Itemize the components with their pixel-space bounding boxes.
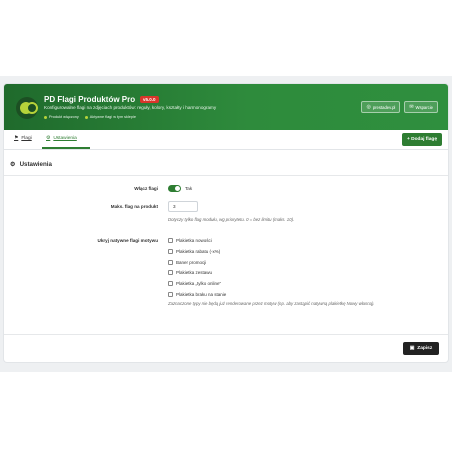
checkbox-discount-badge[interactable]: Plakietka rabatu (-x%): [168, 249, 220, 254]
active-tab-indicator: [42, 147, 90, 149]
status-dot-icon: [84, 115, 88, 119]
max-flags-label: Maks. flag na produkt: [110, 204, 158, 209]
mail-icon: ✉: [409, 104, 414, 110]
enable-flags-label: Włącz flagi: [134, 186, 158, 191]
hide-native-label: Ukryj natywne flagi motywu: [97, 238, 159, 243]
save-button[interactable]: ▣ Zapisz: [403, 342, 439, 355]
module-title: PD Flagi Produktów Pro: [44, 95, 136, 104]
tab-flags[interactable]: ⚑ Flagi: [14, 136, 32, 141]
tab-settings[interactable]: ⚙ Ustawienia: [46, 136, 77, 141]
version-badge: v5.0.0: [140, 96, 159, 103]
section-divider: [4, 175, 448, 176]
enable-flags-toggle[interactable]: [168, 185, 181, 192]
globe-icon: ◎: [366, 104, 371, 110]
status-tag-flags: Aktywne flagi w tym sklepie: [84, 115, 136, 119]
module-header: PD Flagi Produktów Pro v5.0.0 Konfigurow…: [4, 84, 448, 130]
status-dot-icon: [44, 115, 47, 119]
settings-heading: ⚙ Ustawienia: [10, 161, 52, 168]
enable-flags-value: Tak: [185, 186, 193, 191]
status-tag-product: Produkt włączony: [44, 115, 79, 119]
save-icon: ▣: [409, 346, 415, 351]
max-flags-input[interactable]: 3: [168, 201, 198, 212]
checkbox-pack-badge[interactable]: Plakietka zestawu: [168, 270, 212, 275]
gears-icon: ⚙: [46, 136, 51, 141]
module-logo: [16, 97, 38, 119]
checkbox-out-of-stock-badge[interactable]: Plakietka braku na stanie: [168, 292, 226, 297]
checkbox-promo-banner[interactable]: Baner promocji: [168, 260, 206, 265]
checkbox-new-badge[interactable]: Plakietka nowości: [168, 238, 212, 243]
module-subtitle: Konfigurowalne flagi na zdjęciach produk…: [44, 105, 217, 110]
max-flags-help: Dotyczy tylko flag modułu, wg priorytetu…: [168, 217, 295, 222]
tab-bar: ⚑ Flagi ⚙ Ustawienia + Dodaj flagę: [4, 130, 448, 150]
hide-native-help: Zaznaczone typy nie będą już renderowane…: [168, 301, 375, 306]
flag-icon: ⚑: [14, 136, 19, 141]
website-button[interactable]: ◎ prestadev.pl: [361, 101, 401, 113]
support-button[interactable]: ✉ Wsparcie: [404, 101, 438, 113]
gears-icon: ⚙: [10, 161, 16, 168]
footer-divider: [4, 334, 448, 335]
checkbox-online-only-badge[interactable]: Plakietka „tylko online”: [168, 281, 221, 286]
add-flag-button[interactable]: + Dodaj flagę: [402, 133, 442, 146]
